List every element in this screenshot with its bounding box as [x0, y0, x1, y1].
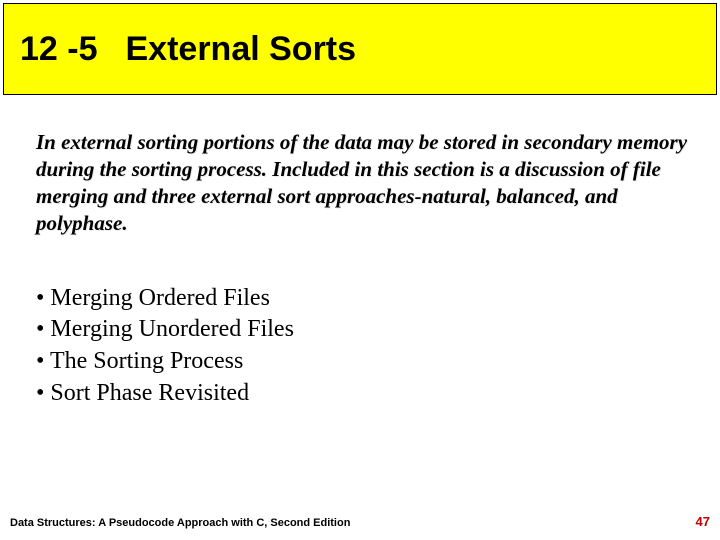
footer-source: Data Structures: A Pseudocode Approach w… — [10, 517, 350, 529]
list-item: Merging Unordered Files — [36, 314, 690, 346]
bullet-list: Merging Ordered Files Merging Unordered … — [36, 283, 690, 410]
section-title: External Sorts — [126, 30, 357, 69]
section-number: 12 -5 — [20, 30, 98, 69]
footer: Data Structures: A Pseudocode Approach w… — [10, 514, 710, 529]
title-band: 12 -5 External Sorts — [3, 3, 717, 95]
list-item: Merging Ordered Files — [36, 283, 690, 315]
content-area: In external sorting portions of the data… — [0, 95, 720, 409]
page-number: 47 — [696, 514, 710, 529]
list-item: The Sorting Process — [36, 346, 690, 378]
list-item: Sort Phase Revisited — [36, 378, 690, 410]
intro-paragraph: In external sorting portions of the data… — [36, 129, 690, 237]
